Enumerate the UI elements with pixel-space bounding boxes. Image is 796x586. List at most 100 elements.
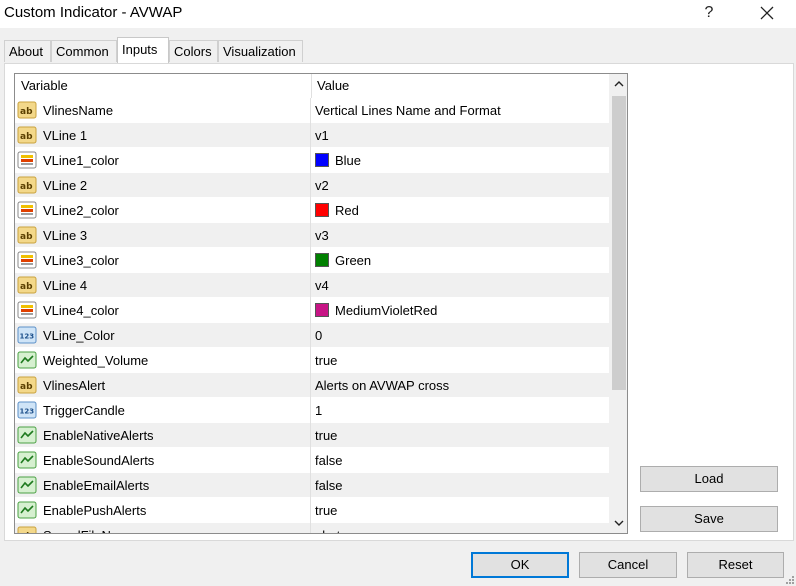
variable-name: VLine4_color (43, 303, 119, 318)
value-cell[interactable]: true (311, 423, 609, 448)
value-cell[interactable]: Vertical Lines Name and Format (311, 98, 609, 123)
tab-common[interactable]: Common (51, 40, 117, 62)
svg-text:ab: ab (20, 232, 33, 242)
bool-icon (17, 501, 37, 519)
value-text: true (315, 353, 338, 368)
table-row[interactable]: ab VLine 1 v1 (15, 123, 609, 148)
variable-cell: ab VLine 1 (15, 123, 311, 148)
variable-cell: ab VlinesName (15, 98, 311, 123)
value-text: v2 (315, 178, 329, 193)
ok-button[interactable]: OK (471, 552, 569, 578)
column-header-variable[interactable]: Variable (15, 74, 312, 98)
value-cell[interactable]: false (311, 473, 609, 498)
value-cell[interactable]: false (311, 448, 609, 473)
value-cell[interactable]: alert (311, 523, 609, 533)
svg-text:123: 123 (20, 408, 35, 416)
value-text: Green (335, 253, 372, 268)
close-icon (760, 6, 774, 20)
column-header-value[interactable]: Value (311, 74, 607, 98)
variable-cell: Weighted_Volume (15, 348, 311, 373)
svg-text:ab: ab (20, 282, 33, 292)
value-text: 0 (315, 328, 323, 343)
value-text: MediumVioletRed (335, 303, 438, 318)
bool-icon (17, 451, 37, 469)
value-cell[interactable]: v1 (311, 123, 609, 148)
table-row[interactable]: EnableNativeAlerts true (15, 423, 609, 448)
table-row[interactable]: VLine3_color Green (15, 248, 609, 273)
value-cell[interactable]: MediumVioletRed (311, 298, 609, 323)
table-row[interactable]: 123 TriggerCandle 1 (15, 398, 609, 423)
table-row[interactable]: EnablePushAlerts true (15, 498, 609, 523)
value-cell[interactable]: Green (311, 248, 609, 273)
table-row[interactable]: ab VlinesName Vertical Lines Name and Form… (15, 98, 609, 123)
variable-name: EnablePushAlerts (43, 503, 147, 518)
value-cell[interactable]: Alerts on AVWAP cross (311, 373, 609, 398)
table-row[interactable]: ab VLine 2 v2 (15, 173, 609, 198)
table-row[interactable]: VLine1_color Blue (15, 148, 609, 173)
tab-inputs[interactable]: Inputs (117, 37, 169, 63)
table-row[interactable]: ab VLine 3 v3 (15, 223, 609, 248)
load-button[interactable]: Load (640, 466, 778, 492)
ab-string-icon: ab (17, 226, 37, 244)
close-button[interactable] (752, 2, 782, 24)
table-row[interactable]: ab VlinesAlert Alerts on AVWAP cross (15, 373, 609, 398)
grid-header: Variable Value (15, 74, 609, 99)
variable-name: SoundFileName (43, 523, 136, 533)
value-cell[interactable]: v4 (311, 273, 609, 298)
ab-string-icon: ab (17, 526, 37, 533)
vertical-scrollbar[interactable] (609, 74, 627, 533)
value-cell[interactable]: true (311, 498, 609, 523)
value-text: v3 (315, 228, 329, 243)
table-row[interactable]: VLine4_color MediumVioletRed (15, 298, 609, 323)
value-text: false (315, 453, 343, 468)
reset-button[interactable]: Reset (687, 552, 784, 578)
variable-name: VLine 3 (43, 228, 88, 243)
value-text: alert (315, 523, 340, 533)
ab-string-icon: ab (17, 176, 37, 194)
table-row[interactable]: 123 VLine_Color 0 (15, 323, 609, 348)
value-cell[interactable]: Red (311, 198, 609, 223)
tab-about[interactable]: About (4, 40, 51, 62)
variable-name: EnableNativeAlerts (43, 428, 154, 443)
tab-visualization[interactable]: Visualization (218, 40, 303, 62)
value-cell[interactable]: Blue (311, 148, 609, 173)
variable-name: TriggerCandle (43, 403, 125, 418)
variable-name: EnableEmailAlerts (43, 478, 150, 493)
variable-cell: VLine2_color (15, 198, 311, 223)
help-button[interactable]: ? (697, 2, 721, 24)
value-cell[interactable]: 1 (311, 398, 609, 423)
table-row[interactable]: ab VLine 4 v4 (15, 273, 609, 298)
variable-cell: 123 TriggerCandle (15, 398, 311, 423)
grid-rows: ab VlinesName Vertical Lines Name and Form… (15, 98, 609, 533)
scroll-up-button[interactable] (610, 74, 627, 94)
value-text: Vertical Lines Name and Format (315, 103, 501, 118)
cancel-button[interactable]: Cancel (579, 552, 677, 578)
table-row[interactable]: Weighted_Volume true (15, 348, 609, 373)
variable-name: Weighted_Volume (43, 353, 149, 368)
color-swatch (315, 203, 329, 217)
table-row[interactable]: EnableEmailAlerts false (15, 473, 609, 498)
table-row[interactable]: ab SoundFileName alert (15, 523, 609, 533)
value-cell[interactable]: v2 (311, 173, 609, 198)
scroll-down-button[interactable] (610, 513, 627, 533)
value-cell[interactable]: v3 (311, 223, 609, 248)
bool-icon (17, 476, 37, 494)
123-number-icon: 123 (17, 326, 37, 344)
table-row[interactable]: VLine2_color Red (15, 198, 609, 223)
svg-text:ab: ab (20, 132, 33, 142)
variable-cell: VLine4_color (15, 298, 311, 323)
variable-name: VLine 4 (43, 278, 88, 293)
color-swatch (315, 303, 329, 317)
value-cell[interactable]: 0 (311, 323, 609, 348)
window-title: Custom Indicator - AVWAP (4, 4, 183, 21)
resize-grip-icon[interactable] (784, 574, 794, 584)
variable-cell: EnableEmailAlerts (15, 473, 311, 498)
scroll-thumb[interactable] (612, 96, 626, 390)
tab-colors[interactable]: Colors (169, 40, 218, 62)
save-button[interactable]: Save (640, 506, 778, 532)
variable-cell: ab VLine 2 (15, 173, 311, 198)
variable-name: VLine 1 (43, 128, 88, 143)
variable-cell: 123 VLine_Color (15, 323, 311, 348)
table-row[interactable]: EnableSoundAlerts false (15, 448, 609, 473)
value-cell[interactable]: true (311, 348, 609, 373)
